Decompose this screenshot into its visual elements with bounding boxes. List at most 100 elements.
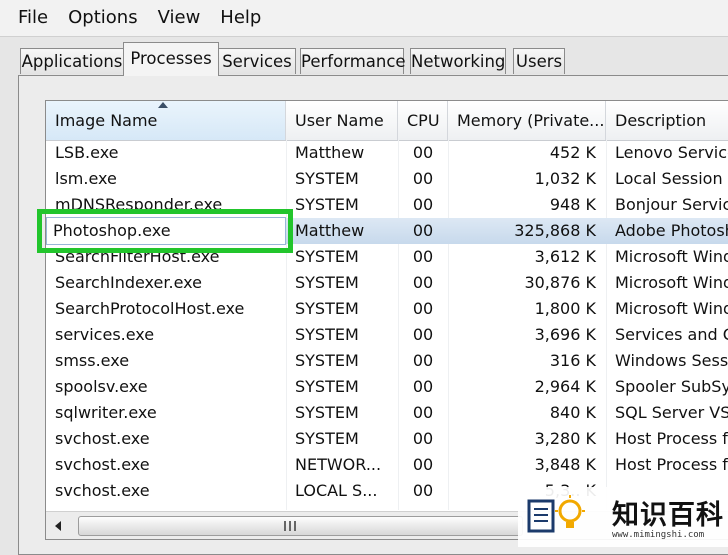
cell-description: SQL Server VSS xyxy=(615,403,728,422)
cell-memory: 3,696 K xyxy=(534,325,596,344)
tab-networking[interactable]: Networking xyxy=(410,48,506,74)
cell-description: Host Process fo xyxy=(615,429,728,448)
cell-user-name: Matthew xyxy=(295,143,365,162)
book-lightbulb-logo-icon xyxy=(527,495,585,533)
column-image-name[interactable]: Image Name xyxy=(46,101,286,140)
cell-cpu: 00 xyxy=(412,351,434,370)
scrollbar-thumb[interactable] xyxy=(78,516,523,536)
cell-image-name: sqlwriter.exe xyxy=(55,403,157,422)
cell-image-name: SearchProtocolHost.exe xyxy=(55,299,245,318)
cell-memory: 3,280 K xyxy=(534,429,596,448)
sort-ascending-icon xyxy=(158,102,168,108)
cell-description: Adobe Photosh xyxy=(615,221,728,240)
column-description[interactable]: Description xyxy=(606,101,728,140)
cell-memory: 948 K xyxy=(549,195,596,214)
cell-user-name: SYSTEM xyxy=(295,273,359,292)
cell-cpu: 00 xyxy=(412,273,434,292)
column-user-name[interactable]: User Name xyxy=(286,101,398,140)
table-row[interactable]: services.exe SYSTEM 00 3,696 K Services and … xyxy=(46,322,728,348)
cell-cpu: 00 xyxy=(412,169,434,188)
cell-cpu: 00 xyxy=(412,325,434,344)
cell-memory: 30,876 K xyxy=(524,273,596,292)
cell-image-name: spoolsv.exe xyxy=(55,377,148,396)
cell-cpu: 00 xyxy=(412,221,434,240)
cell-cpu: 00 xyxy=(412,299,434,318)
menu-help[interactable]: Help xyxy=(210,0,271,36)
tab-applications[interactable]: Applications xyxy=(20,48,124,74)
cell-cpu: 00 xyxy=(412,481,434,500)
highlighted-process-name[interactable]: Photoshop.exe xyxy=(46,217,286,245)
cell-cpu: 00 xyxy=(412,403,434,422)
cell-description: Microsoft Windo xyxy=(615,247,728,266)
cell-description: Local Session M xyxy=(615,169,728,188)
cell-image-name: svchost.exe xyxy=(55,455,150,474)
cell-image-name: LSB.exe xyxy=(55,143,119,162)
table-row[interactable]: SearchProtocolHost.exe SYSTEM 00 1,800 K Mic… xyxy=(46,296,728,322)
menu-bar: File Options View Help xyxy=(0,0,728,37)
cell-user-name: SYSTEM xyxy=(295,429,359,448)
cell-description: Windows Sessio xyxy=(615,351,728,370)
column-image-name-label: Image Name xyxy=(55,111,158,130)
cell-description: Bonjour Service xyxy=(615,195,728,214)
cell-user-name: Matthew xyxy=(295,221,365,240)
cell-user-name: SYSTEM xyxy=(295,195,359,214)
menu-options[interactable]: Options xyxy=(58,0,147,36)
cell-memory: 1,032 K xyxy=(534,169,596,188)
tab-processes[interactable]: Processes xyxy=(123,42,219,76)
cell-description: Lenovo Service xyxy=(615,143,728,162)
watermark-text: 知识百科 xyxy=(612,500,724,531)
process-list[interactable]: Image Name User Name CPU Memory (Private… xyxy=(45,100,728,540)
cell-user-name: NETWOR... xyxy=(295,455,382,474)
table-row[interactable]: LSB.exe Matthew 00 452 K Lenovo Service xyxy=(46,140,728,166)
cell-user-name: SYSTEM xyxy=(295,377,359,396)
table-row[interactable]: SearchIndexer.exe SYSTEM 00 30,876 K Microso… xyxy=(46,270,728,296)
cell-cpu: 00 xyxy=(412,455,434,474)
cell-image-name: svchost.exe xyxy=(55,481,150,500)
cell-cpu: 00 xyxy=(412,247,434,266)
table-row[interactable]: svchost.exe SYSTEM 00 3,280 K Host Process f… xyxy=(46,426,728,452)
cell-user-name: LOCAL S... xyxy=(295,481,378,500)
watermark: 知识百科 www.mimingshi.com xyxy=(518,487,728,547)
table-row[interactable]: lsm.exe SYSTEM 00 1,032 K Local Session M xyxy=(46,166,728,192)
cell-image-name: lsm.exe xyxy=(55,169,117,188)
cell-user-name: SYSTEM xyxy=(295,325,359,344)
menu-view[interactable]: View xyxy=(148,0,211,36)
cell-memory: 2,964 K xyxy=(534,377,596,396)
tab-services[interactable]: Services xyxy=(218,48,296,74)
column-memory[interactable]: Memory (Private... xyxy=(448,101,606,140)
cell-memory: 3,612 K xyxy=(534,247,596,266)
watermark-url: www.mimingshi.com xyxy=(612,530,705,540)
cell-memory: 452 K xyxy=(549,143,596,162)
cell-memory: 840 K xyxy=(549,403,596,422)
cell-image-name: smss.exe xyxy=(55,351,130,370)
column-header-bar: Image Name User Name CPU Memory (Private… xyxy=(46,101,728,141)
table-row[interactable]: svchost.exe NETWOR... 00 3,848 K Host Proces… xyxy=(46,452,728,478)
cell-user-name: SYSTEM xyxy=(295,299,359,318)
cell-user-name: SYSTEM xyxy=(295,169,359,188)
table-row[interactable]: smss.exe SYSTEM 00 316 K Windows Sessio xyxy=(46,348,728,374)
cell-cpu: 00 xyxy=(412,429,434,448)
cell-image-name: SearchIndexer.exe xyxy=(55,273,202,292)
cell-description: Host Process fo xyxy=(615,455,728,474)
cell-cpu: 00 xyxy=(412,143,434,162)
cell-cpu: 00 xyxy=(412,377,434,396)
table-row[interactable]: sqlwriter.exe SYSTEM 00 840 K SQL Server VSS xyxy=(46,400,728,426)
cell-description: Microsoft Windo xyxy=(615,299,728,318)
cell-memory: 3,848 K xyxy=(534,455,596,474)
menu-file[interactable]: File xyxy=(0,0,58,36)
cell-description: Services and Co xyxy=(615,325,728,344)
cell-image-name: services.exe xyxy=(55,325,155,344)
cell-memory: 1,800 K xyxy=(534,299,596,318)
cell-user-name: SYSTEM xyxy=(295,351,359,370)
scroll-left-icon[interactable] xyxy=(46,512,74,539)
table-row[interactable]: spoolsv.exe SYSTEM 00 2,964 K Spooler SubSys xyxy=(46,374,728,400)
cell-user-name: SYSTEM xyxy=(295,403,359,422)
cell-user-name: SYSTEM xyxy=(295,247,359,266)
tab-users[interactable]: Users xyxy=(513,48,565,74)
cell-memory: 325,868 K xyxy=(514,221,596,240)
column-cpu[interactable]: CPU xyxy=(398,101,448,140)
tab-performance[interactable]: Performance xyxy=(300,48,406,74)
cell-description: Microsoft Windo xyxy=(615,273,728,292)
grip-icon xyxy=(284,521,298,531)
cell-memory: 316 K xyxy=(549,351,596,370)
